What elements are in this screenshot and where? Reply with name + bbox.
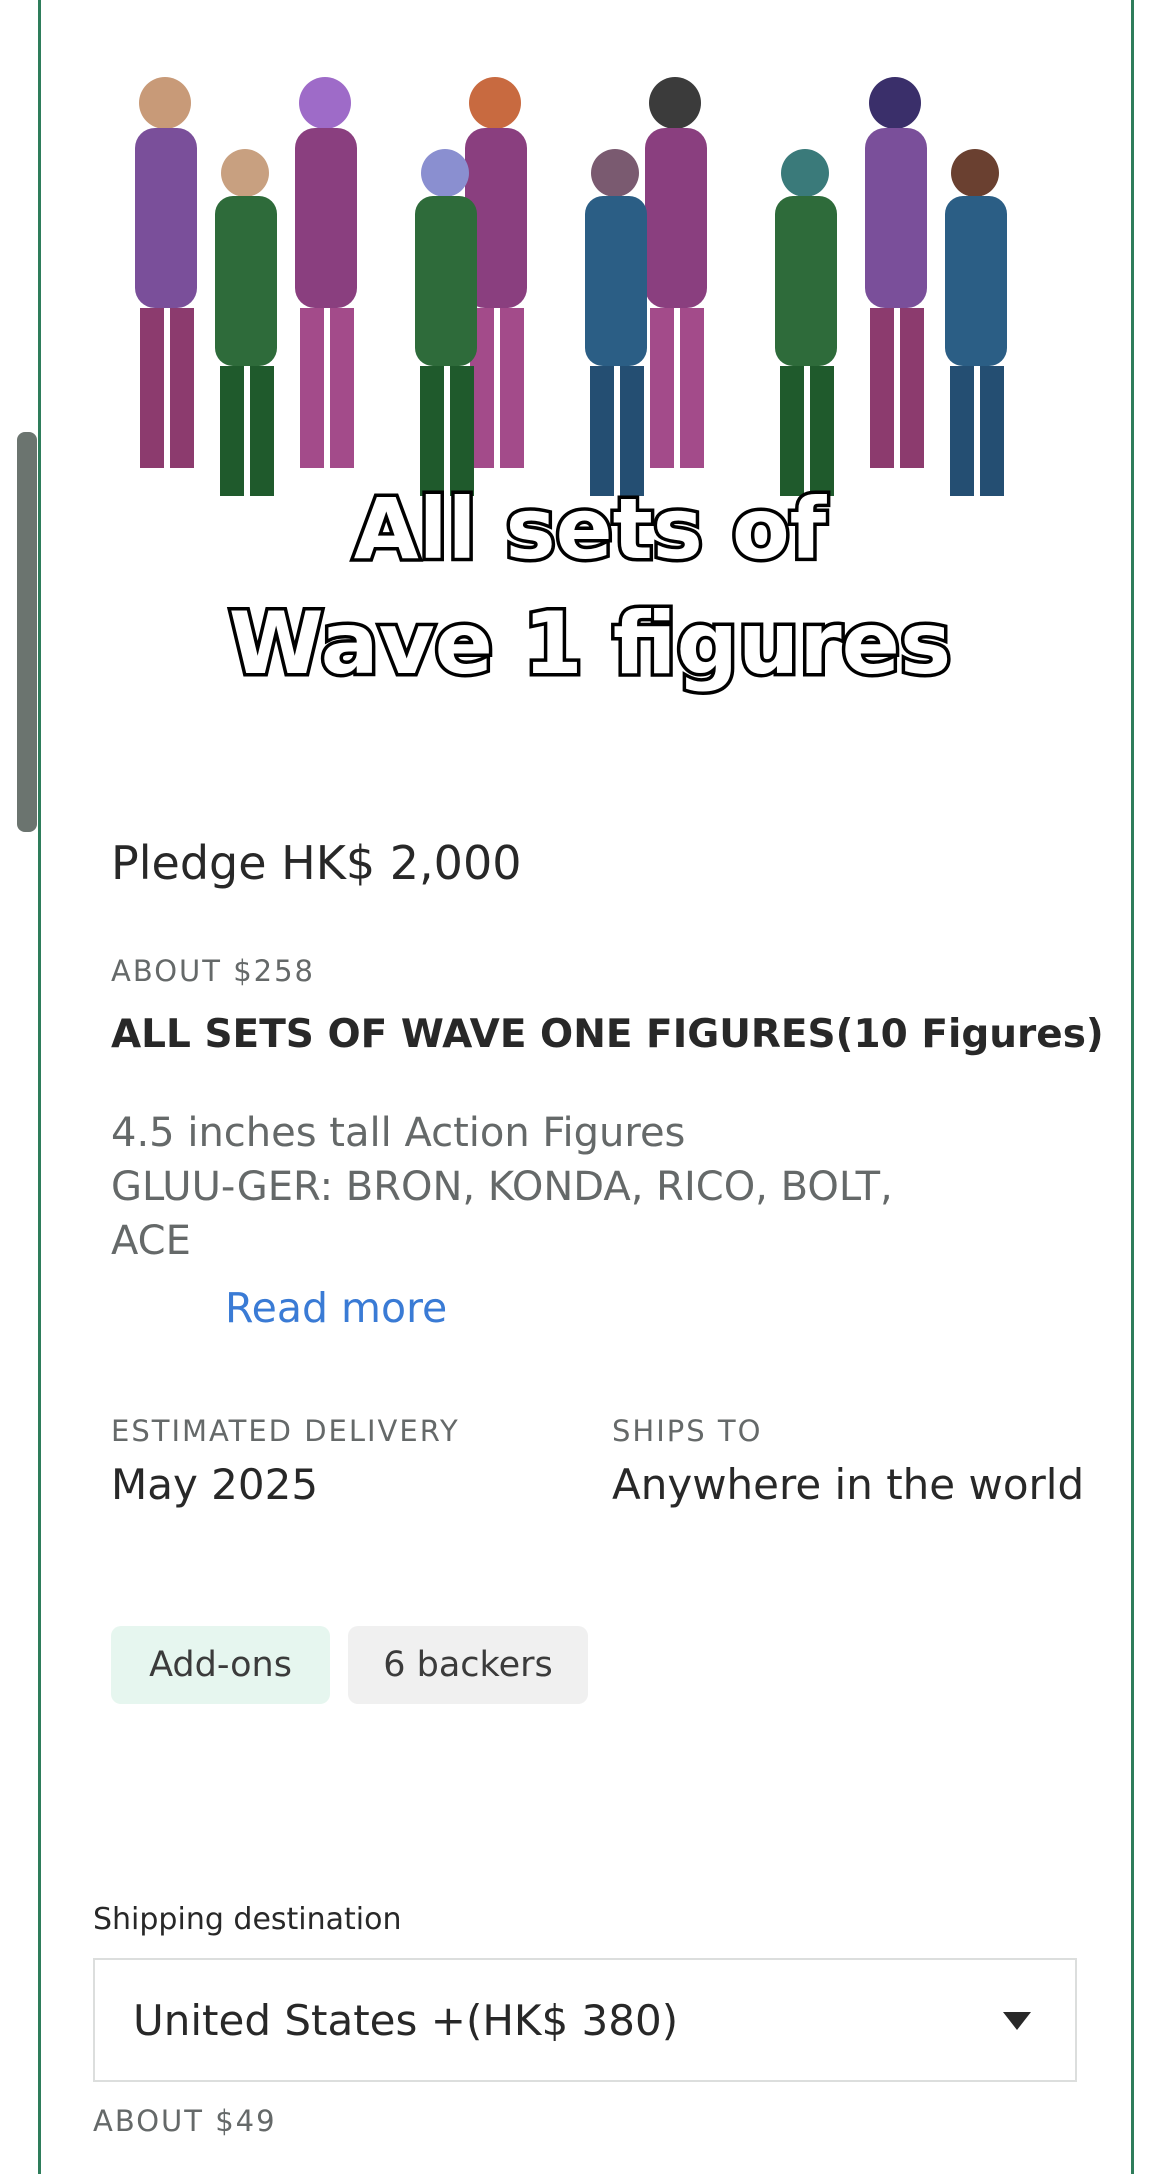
shipping-converted: ABOUT $49 [93,2104,277,2138]
addons-badge: Add-ons [111,1626,330,1704]
shipping-destination-select[interactable]: United States +(HK$ 380) [93,1958,1077,2082]
pledge-converted: ABOUT $258 [111,954,316,988]
scrollbar-handle[interactable] [17,432,37,832]
description-line: ACE [111,1218,191,1264]
reward-image: All sets of Wave 1 figures [80,48,1080,708]
description-line: GLUU-GER: BRON, KONDA, RICO, BOLT, [111,1164,893,1210]
ships-to-value: Anywhere in the world [612,1460,1085,1509]
description-line: 4.5 inches tall Action Figures [111,1110,686,1156]
backers-badge: 6 backers [348,1626,588,1704]
image-caption-line2: Wave 1 figures [229,594,951,694]
ships-to-label: SHIPS TO [612,1414,763,1448]
reward-title: ALL SETS OF WAVE ONE FIGURES(10 Figures) [111,1012,1104,1057]
caret-down-icon [1003,2012,1031,2030]
shipping-destination-label: Shipping destination [93,1902,402,1937]
reward-description: 4.5 inches tall Action Figures GLUU-GER:… [111,1106,1011,1268]
image-caption-line1: All sets of [354,480,828,578]
estimated-delivery-value: May 2025 [111,1460,319,1509]
estimated-delivery-label: ESTIMATED DELIVERY [111,1414,460,1448]
shipping-selected-value: United States +(HK$ 380) [133,1995,679,2045]
pledge-amount: Pledge HK$ 2,000 [111,836,522,890]
read-more-link[interactable]: Read more [225,1284,447,1332]
